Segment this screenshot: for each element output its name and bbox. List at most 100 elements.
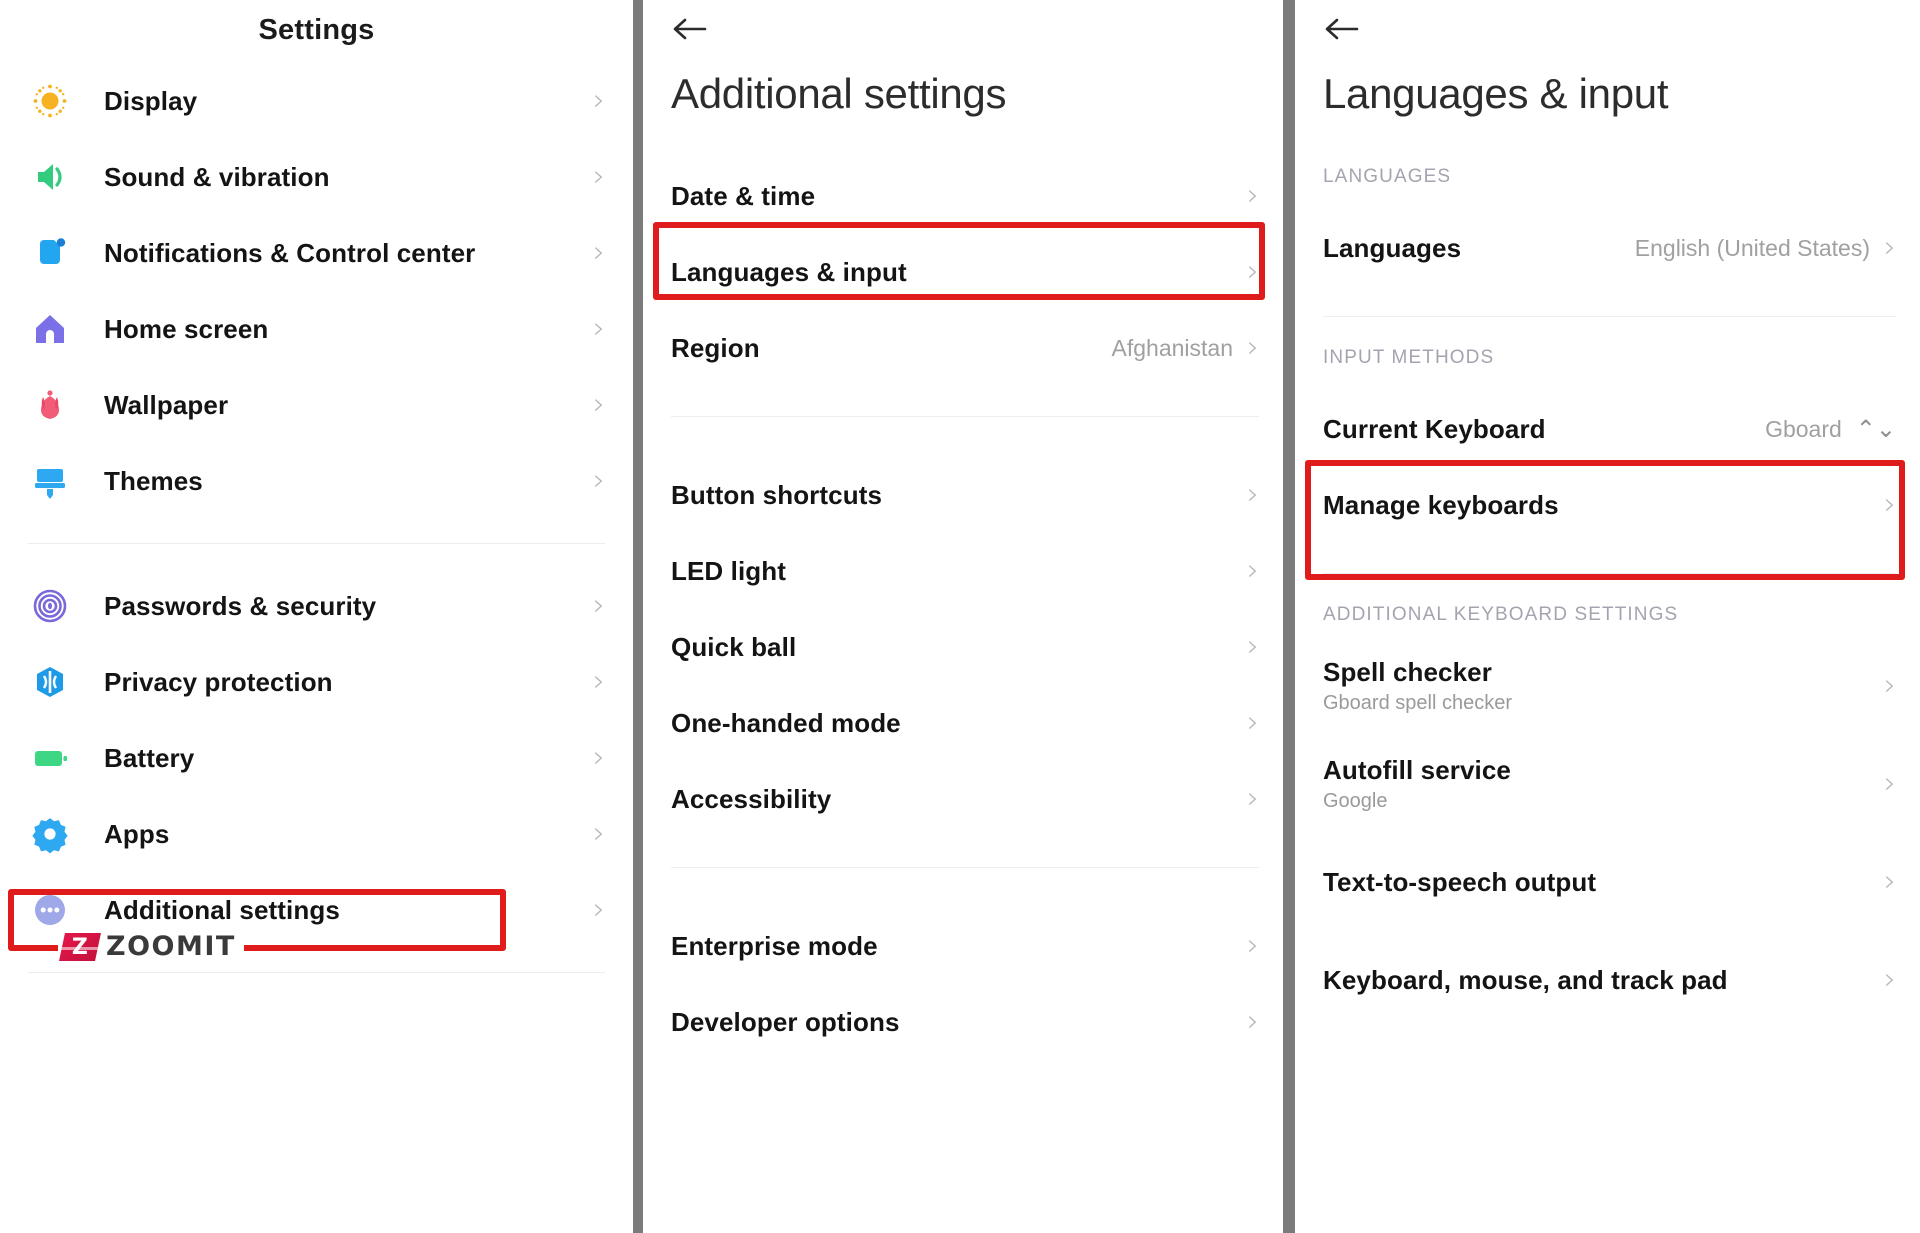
list-item-label: Languages & input <box>671 256 907 287</box>
ellipsis-circle-icon <box>28 888 72 932</box>
list-item-region[interactable]: Region Afghanistan › <box>643 310 1283 386</box>
battery-icon <box>28 736 72 780</box>
list-item-label: Spell checker <box>1323 657 1492 687</box>
sidebar-item-apps[interactable]: Apps › <box>0 796 633 872</box>
list-item-manage-keyboards[interactable]: Manage keyboards › <box>1295 467 1920 543</box>
section-header-additional-keyboard-settings: ADDITIONAL KEYBOARD SETTINGS <box>1323 604 1679 625</box>
chevron-right-icon: › <box>593 83 605 118</box>
chevron-right-icon: › <box>1884 766 1896 801</box>
sidebar-item-home-screen[interactable]: Home screen › <box>0 291 633 367</box>
flower-wallpaper-icon <box>28 383 72 427</box>
list-item-quick-ball[interactable]: Quick ball › <box>643 609 1283 685</box>
sidebar-item-wallpaper[interactable]: Wallpaper › <box>0 367 633 443</box>
chevron-right-icon: › <box>593 588 605 623</box>
panel-divider-2 <box>1283 0 1295 1233</box>
section-header-input-methods: INPUT METHODS <box>1323 347 1495 368</box>
sidebar-item-label: Notifications & Control center <box>104 237 476 268</box>
list-item-label: Autofill service <box>1323 755 1511 785</box>
chevron-right-icon: › <box>1247 254 1259 289</box>
list-item-label: Button shortcuts <box>671 479 883 510</box>
brightness-sun-icon <box>28 79 72 123</box>
chevron-right-icon: › <box>1884 962 1896 997</box>
sidebar-item-label: Apps <box>104 818 170 849</box>
home-icon <box>28 307 72 351</box>
list-item-current-keyboard[interactable]: Current Keyboard Gboard ⌃⌄ <box>1295 391 1920 467</box>
back-arrow-icon[interactable] <box>1295 0 1359 44</box>
chevron-right-icon: › <box>1247 477 1259 512</box>
list-item-spell-checker[interactable]: Spell checker Gboard spell checker › <box>1295 648 1920 724</box>
sidebar-item-label: Battery <box>104 742 195 773</box>
list-item-subtitle: Google <box>1323 790 1388 812</box>
notification-badge-icon <box>28 231 72 275</box>
sidebar-item-label: Display <box>104 85 198 116</box>
sidebar-item-passwords-security[interactable]: Passwords & security › <box>0 568 633 644</box>
list-item-developer-options[interactable]: Developer options › <box>643 984 1283 1060</box>
list-item-label: Enterprise mode <box>671 930 878 961</box>
speaker-volume-icon <box>28 155 72 199</box>
list-item-date-time[interactable]: Date & time › <box>643 158 1283 234</box>
sidebar-item-themes[interactable]: Themes › <box>0 443 633 519</box>
chevron-right-icon: › <box>1247 781 1259 816</box>
list-item-languages[interactable]: Languages English (United States) › <box>1295 210 1920 286</box>
chevron-right-icon: › <box>593 816 605 851</box>
list-item-label: One-handed mode <box>671 707 901 738</box>
list-item-autofill-service[interactable]: Autofill service Google › <box>1295 746 1920 822</box>
chevron-right-icon: › <box>1884 230 1896 265</box>
sidebar-item-sound-vibration[interactable]: Sound & vibration › <box>0 139 633 215</box>
chevron-right-icon: › <box>1247 928 1259 963</box>
list-item-value: Gboard <box>1765 415 1842 442</box>
chevron-right-icon: › <box>1247 629 1259 664</box>
list-divider-bottom <box>28 972 605 973</box>
three-panel-screenshot: Settings Display › Sound & vibration › N… <box>0 0 1920 1233</box>
chevron-right-icon: › <box>593 311 605 346</box>
chevron-right-icon: › <box>593 740 605 775</box>
additional-settings-panel: Additional settings Date & time › Langua… <box>643 0 1283 1233</box>
zoomit-watermark: ZOOMIT <box>58 928 244 965</box>
sidebar-item-display[interactable]: Display › <box>0 63 633 139</box>
list-item-label: Region <box>671 332 760 363</box>
settings-panel: Settings Display › Sound & vibration › N… <box>0 0 633 1233</box>
list-item-button-shortcuts[interactable]: Button shortcuts › <box>643 457 1283 533</box>
sidebar-item-label: Themes <box>104 465 203 496</box>
list-item-value: Afghanistan <box>1111 334 1233 361</box>
chevron-right-icon: › <box>593 159 605 194</box>
sidebar-item-label: Additional settings <box>104 894 340 925</box>
list-item-one-handed-mode[interactable]: One-handed mode › <box>643 685 1283 761</box>
chevron-right-icon: › <box>593 387 605 422</box>
chevron-right-icon: › <box>1247 553 1259 588</box>
list-item-label: LED light <box>671 555 786 586</box>
list-item-accessibility[interactable]: Accessibility › <box>643 761 1283 837</box>
panel-divider-1 <box>633 0 643 1233</box>
chevron-right-icon: › <box>593 892 605 927</box>
sidebar-item-privacy-protection[interactable]: Privacy protection › <box>0 644 633 720</box>
list-item-led-light[interactable]: LED light › <box>643 533 1283 609</box>
list-item-enterprise-mode[interactable]: Enterprise mode › <box>643 908 1283 984</box>
list-item-label: Current Keyboard <box>1323 413 1546 444</box>
chevron-right-icon: › <box>1247 1004 1259 1039</box>
back-arrow-icon[interactable] <box>643 0 707 44</box>
zoomit-logo-icon <box>59 932 101 961</box>
list-item-label: Quick ball <box>671 631 797 662</box>
up-down-selector-icon[interactable]: ⌃⌄ <box>1856 417 1896 441</box>
chevron-right-icon: › <box>593 235 605 270</box>
list-item-keyboard-mouse-track-pad[interactable]: Keyboard, mouse, and track pad › <box>1295 942 1920 1018</box>
page-title-additional-settings: Additional settings <box>671 70 1007 117</box>
list-item-label: Developer options <box>671 1006 900 1037</box>
sidebar-item-label: Wallpaper <box>104 389 229 420</box>
sidebar-item-label: Home screen <box>104 313 269 344</box>
chevron-right-icon: › <box>1247 178 1259 213</box>
list-item-label: Languages <box>1323 232 1462 263</box>
chevron-right-icon: › <box>1884 487 1896 522</box>
sidebar-item-notifications-control-center[interactable]: Notifications & Control center › <box>0 215 633 291</box>
shield-privacy-icon <box>28 660 72 704</box>
chevron-right-icon: › <box>1247 705 1259 740</box>
list-item-label: Accessibility <box>671 783 832 814</box>
list-item-label: Date & time <box>671 180 816 211</box>
gear-apps-icon <box>28 812 72 856</box>
list-item-languages-input[interactable]: Languages & input › <box>643 234 1283 310</box>
list-item-label: Manage keyboards <box>1323 489 1559 520</box>
list-item-text-to-speech-output[interactable]: Text-to-speech output › <box>1295 844 1920 920</box>
sidebar-item-label: Privacy protection <box>104 666 333 697</box>
sidebar-item-battery[interactable]: Battery › <box>0 720 633 796</box>
list-item-subtitle: Gboard spell checker <box>1323 692 1512 714</box>
